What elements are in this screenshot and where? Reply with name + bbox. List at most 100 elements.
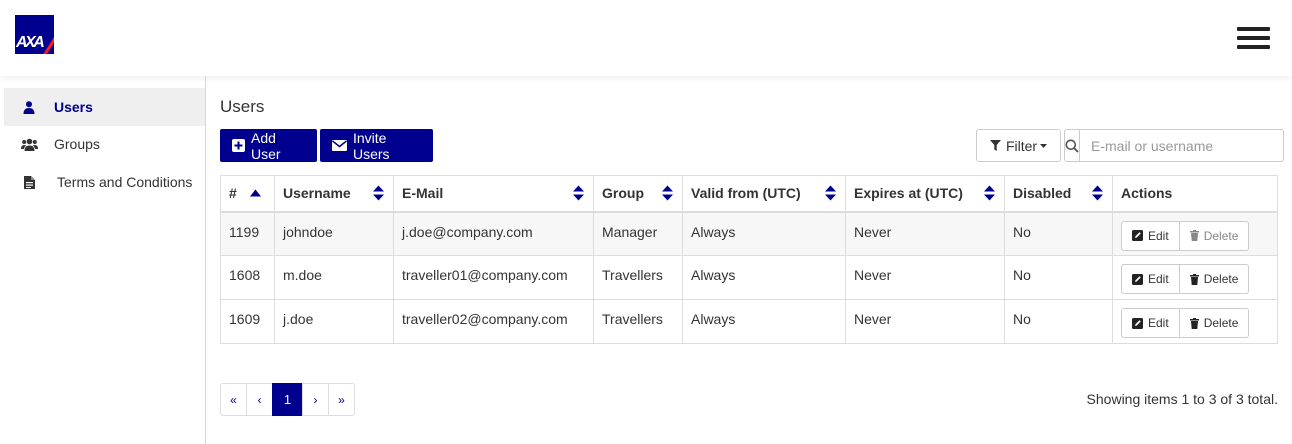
trash-icon <box>1189 230 1199 241</box>
sidebar: Users Groups Terms and Conditions <box>0 76 206 444</box>
sidebar-item-users[interactable]: Users <box>4 88 205 126</box>
first-page-button[interactable]: « <box>220 383 247 416</box>
sort-icon <box>1092 185 1103 201</box>
search-group <box>1064 129 1284 162</box>
sort-icon <box>662 185 673 201</box>
cell-expires-at: Never <box>845 299 1005 344</box>
plus-square-icon <box>232 139 245 152</box>
add-user-button[interactable]: Add User <box>220 129 317 162</box>
hamburger-menu-icon[interactable] <box>1237 27 1270 49</box>
last-page-button[interactable]: » <box>328 383 355 416</box>
row-actions: Edit Delete <box>1121 264 1250 294</box>
table-row: 1199 johndoe j.doe@company.com Manager A… <box>220 211 1278 256</box>
trash-icon <box>1189 317 1199 329</box>
cell-valid-from: Always <box>682 299 846 344</box>
sort-icon <box>825 185 836 201</box>
users-group-icon <box>4 138 54 151</box>
sort-icon <box>984 185 995 201</box>
delete-button[interactable]: Delete <box>1179 264 1250 294</box>
edit-icon <box>1132 230 1143 241</box>
invite-users-button[interactable]: Invite Users <box>320 129 433 162</box>
cell-actions: Edit Delete <box>1112 255 1278 300</box>
table-header-row: # Username E-Mail Group Valid from (UTC)… <box>220 175 1278 213</box>
cell-username: johndoe <box>274 211 394 256</box>
user-icon <box>4 100 54 114</box>
sidebar-item-label: Groups <box>54 136 100 152</box>
sort-icon <box>573 185 584 201</box>
sort-icon <box>373 185 384 201</box>
envelope-icon <box>332 140 347 151</box>
cell-actions: Edit Delete <box>1112 299 1278 344</box>
cell-email: traveller02@company.com <box>393 299 594 344</box>
cell-id: 1608 <box>220 255 275 300</box>
prev-page-button[interactable]: ‹ <box>246 383 273 416</box>
cell-valid-from: Always <box>682 211 846 256</box>
next-page-button[interactable]: › <box>302 383 329 416</box>
edit-button[interactable]: Edit <box>1121 308 1180 338</box>
add-user-label: Add User <box>251 129 281 162</box>
table-row: 1609 j.doe traveller02@company.com Trave… <box>220 299 1278 344</box>
cell-group: Travellers <box>593 255 683 300</box>
delete-button[interactable]: Delete <box>1179 220 1250 251</box>
cell-id: 1609 <box>220 299 275 344</box>
filter-button[interactable]: Filter <box>976 129 1061 162</box>
cell-disabled: No <box>1004 211 1113 256</box>
column-header-actions: Actions <box>1112 175 1278 213</box>
column-header-expires-at[interactable]: Expires at (UTC) <box>845 175 1005 213</box>
users-table: # Username E-Mail Group Valid from (UTC)… <box>220 175 1278 344</box>
row-actions: Edit Delete <box>1121 220 1250 251</box>
column-header-group[interactable]: Group <box>593 175 683 213</box>
cell-username: m.doe <box>274 255 394 300</box>
delete-label: Delete <box>1203 228 1239 243</box>
top-header: AXA <box>0 0 1292 76</box>
delete-label: Delete <box>1203 272 1239 286</box>
filter-label: Filter <box>1005 137 1038 154</box>
delete-label: Delete <box>1203 316 1239 330</box>
axa-logo[interactable]: AXA <box>15 15 54 54</box>
edit-label: Edit <box>1148 316 1169 330</box>
cell-expires-at: Never <box>845 255 1005 300</box>
edit-icon <box>1132 273 1143 285</box>
cell-email: j.doe@company.com <box>393 211 594 256</box>
column-header-valid-from[interactable]: Valid from (UTC) <box>682 175 846 213</box>
sidebar-item-groups[interactable]: Groups <box>4 125 205 163</box>
edit-button[interactable]: Edit <box>1121 220 1180 251</box>
invite-users-label: Invite Users <box>353 129 390 162</box>
cell-email: traveller01@company.com <box>393 255 594 300</box>
cell-valid-from: Always <box>682 255 846 300</box>
edit-label: Edit <box>1148 272 1169 286</box>
caret-down-icon <box>1040 143 1048 148</box>
trash-icon <box>1189 273 1199 285</box>
edit-label: Edit <box>1148 228 1169 243</box>
document-icon <box>4 175 54 189</box>
funnel-icon <box>989 140 1001 151</box>
cell-disabled: No <box>1004 299 1113 344</box>
cell-disabled: No <box>1004 255 1113 300</box>
items-summary: Showing items 1 to 3 of 3 total. <box>1086 391 1278 407</box>
search-icon[interactable] <box>1064 129 1080 162</box>
cell-group: Travellers <box>593 299 683 344</box>
table-row: 1608 m.doe traveller01@company.com Trave… <box>220 255 1278 300</box>
cell-id: 1199 <box>220 211 275 256</box>
sidebar-item-label: Terms and Conditions <box>57 174 193 190</box>
page-1-button[interactable]: 1 <box>272 383 303 416</box>
sidebar-item-label: Users <box>54 99 93 115</box>
cell-actions: Edit Delete <box>1112 211 1278 256</box>
search-input[interactable] <box>1080 129 1284 162</box>
row-actions: Edit Delete <box>1121 308 1250 338</box>
column-header-id[interactable]: # <box>220 175 275 213</box>
column-header-email[interactable]: E-Mail <box>393 175 594 213</box>
sidebar-item-terms[interactable]: Terms and Conditions <box>4 163 205 201</box>
cell-expires-at: Never <box>845 211 1005 256</box>
cell-group: Manager <box>593 211 683 256</box>
column-header-username[interactable]: Username <box>274 175 394 213</box>
logo-slash <box>42 21 54 54</box>
cell-username: j.doe <box>274 299 394 344</box>
column-header-disabled[interactable]: Disabled <box>1004 175 1113 213</box>
edit-button[interactable]: Edit <box>1121 264 1180 294</box>
logo-text: AXA <box>16 34 45 51</box>
delete-button[interactable]: Delete <box>1179 308 1250 338</box>
page-title: Users <box>220 97 265 116</box>
pagination: « ‹ 1 › » <box>220 383 355 416</box>
sort-ascending-icon <box>250 189 261 197</box>
